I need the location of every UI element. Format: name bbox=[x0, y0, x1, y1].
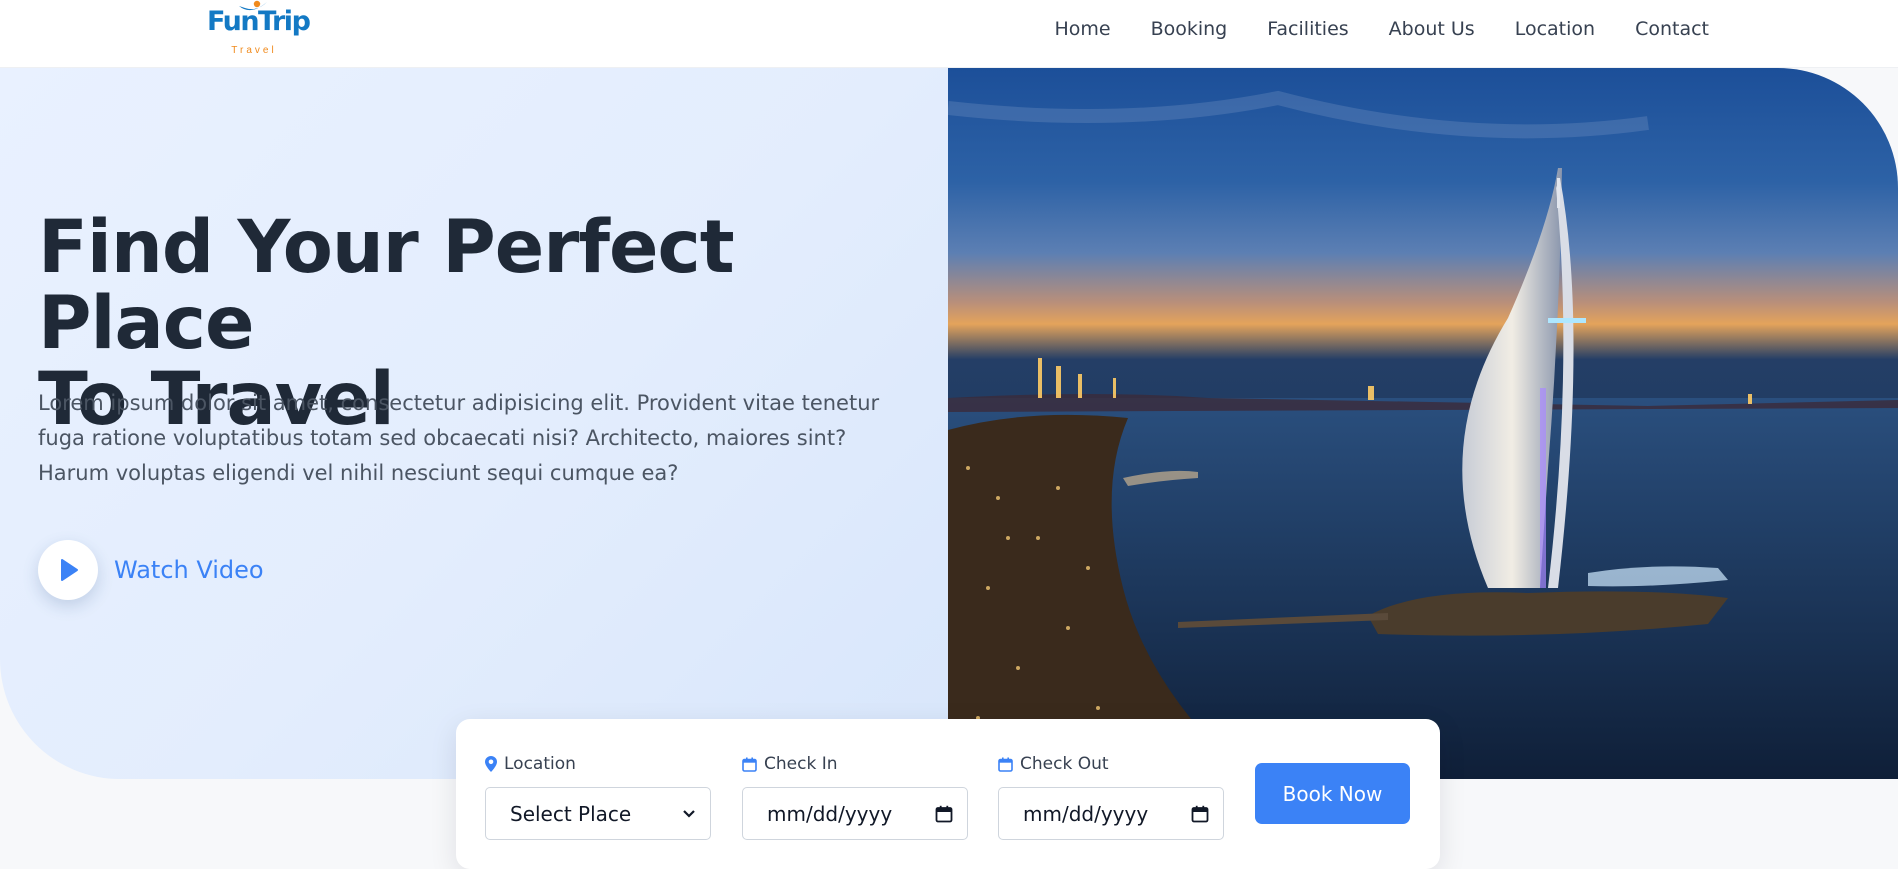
location-field: Location Select Place bbox=[485, 751, 711, 840]
location-label-row: Location bbox=[485, 751, 711, 777]
check-in-placeholder: mm/dd/yyyy bbox=[767, 801, 893, 826]
top-navbar: FunTrip Travel Home Booking Facilities A… bbox=[0, 0, 1898, 68]
calendar-picker-icon[interactable] bbox=[935, 805, 953, 823]
nav-link-facilities[interactable]: Facilities bbox=[1267, 18, 1348, 40]
book-now-button[interactable]: Book Now bbox=[1255, 763, 1410, 824]
check-out-field: Check Out mm/dd/yyyy bbox=[998, 751, 1224, 840]
location-label: Location bbox=[504, 754, 576, 774]
calendar-icon bbox=[742, 757, 757, 772]
burj-al-arab-night-photo bbox=[948, 90, 1898, 779]
brand-logo[interactable]: FunTrip Travel bbox=[207, 0, 311, 58]
nav-link-booking[interactable]: Booking bbox=[1151, 18, 1228, 40]
nav-link-location[interactable]: Location bbox=[1515, 18, 1595, 40]
check-out-label: Check Out bbox=[1020, 754, 1109, 774]
calendar-icon bbox=[998, 757, 1013, 772]
play-icon bbox=[61, 559, 78, 581]
check-out-label-row: Check Out bbox=[998, 751, 1224, 777]
play-button[interactable] bbox=[38, 540, 98, 600]
hero-title-line1: Find Your Perfect Place bbox=[38, 205, 735, 366]
chevron-down-icon bbox=[683, 809, 695, 818]
calendar-picker-icon[interactable] bbox=[1191, 805, 1209, 823]
brand-name: FunTrip bbox=[207, 6, 311, 37]
check-out-placeholder: mm/dd/yyyy bbox=[1023, 801, 1149, 826]
location-selected-value: Select Place bbox=[510, 801, 632, 826]
nav-link-home[interactable]: Home bbox=[1054, 18, 1110, 40]
location-select[interactable]: Select Place bbox=[485, 787, 711, 840]
map-pin-icon bbox=[485, 756, 497, 772]
main-nav: Home Booking Facilities About Us Locatio… bbox=[1054, 0, 1709, 58]
check-in-label-row: Check In bbox=[742, 751, 968, 777]
check-in-date-input[interactable]: mm/dd/yyyy bbox=[742, 787, 968, 840]
hero-section: Find Your Perfect Place To Travel Lorem … bbox=[0, 68, 948, 779]
check-in-label: Check In bbox=[764, 754, 838, 774]
check-out-date-input[interactable]: mm/dd/yyyy bbox=[998, 787, 1224, 840]
watch-video-button[interactable]: Watch Video bbox=[38, 540, 264, 600]
nav-link-contact[interactable]: Contact bbox=[1635, 18, 1709, 40]
booking-form: Location Select Place Check In mm/dd/yyy… bbox=[456, 719, 1440, 869]
nav-link-about-us[interactable]: About Us bbox=[1389, 18, 1475, 40]
watch-video-label[interactable]: Watch Video bbox=[114, 556, 264, 584]
hero-image bbox=[948, 68, 1898, 779]
hero-description: Lorem ipsum dolor sit amet, consectetur … bbox=[38, 391, 880, 485]
check-in-field: Check In mm/dd/yyyy bbox=[742, 751, 968, 840]
brand-tagline: Travel bbox=[231, 45, 277, 56]
